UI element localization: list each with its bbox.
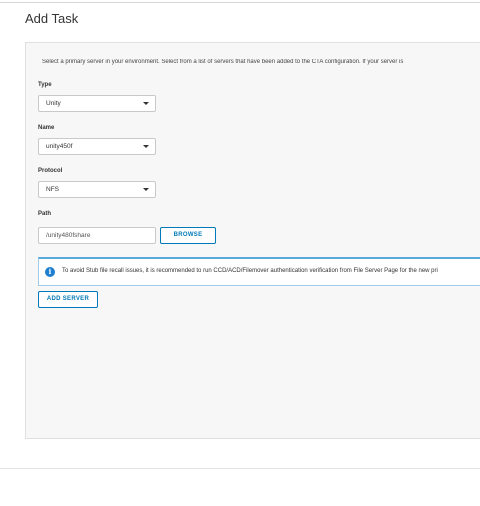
top-divider bbox=[0, 2, 480, 3]
chevron-down-icon bbox=[143, 102, 149, 105]
type-select[interactable]: Unity bbox=[38, 95, 156, 112]
protocol-select-value: NFS bbox=[46, 186, 59, 193]
info-icon: i bbox=[45, 267, 55, 277]
path-label: Path bbox=[38, 211, 52, 217]
alert-text: To avoid Stub file recall issues, it is … bbox=[62, 268, 438, 274]
protocol-select[interactable]: NFS bbox=[38, 181, 156, 198]
add-server-button[interactable]: ADD SERVER bbox=[38, 291, 98, 308]
dialog-title: Add Task bbox=[25, 11, 79, 26]
chevron-down-icon bbox=[143, 145, 149, 148]
path-input[interactable]: /unity480fshare bbox=[38, 227, 156, 244]
chevron-down-icon bbox=[143, 188, 149, 191]
bottom-divider bbox=[0, 468, 480, 469]
info-alert: i To avoid Stub file recall issues, it i… bbox=[38, 257, 480, 286]
type-label: Type bbox=[38, 82, 52, 88]
intro-text: Select a primary server in your environm… bbox=[42, 59, 404, 65]
protocol-label: Protocol bbox=[38, 168, 63, 174]
name-select-value: unity450f bbox=[46, 143, 73, 150]
browse-button[interactable]: BROWSE bbox=[160, 227, 216, 244]
name-select[interactable]: unity450f bbox=[38, 138, 156, 155]
name-label: Name bbox=[38, 125, 55, 131]
type-select-value: Unity bbox=[46, 100, 61, 107]
